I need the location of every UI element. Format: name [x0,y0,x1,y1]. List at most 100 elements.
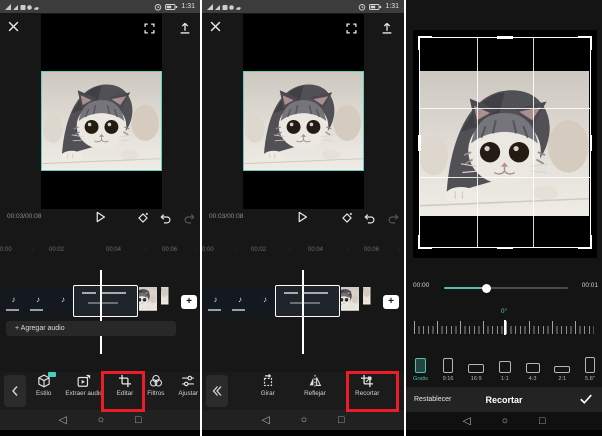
toolbar-item-extraer-audio[interactable]: Extraer audio [65,374,102,397]
ratio-16-9-icon [468,364,484,373]
fullscreen-icon[interactable] [346,23,357,34]
status-left-icons [5,3,41,11]
nav-back-icon[interactable]: ◁ [59,414,67,426]
nav-home-icon[interactable]: ○ [502,415,508,427]
ratio-gratis[interactable]: Gratis [413,358,428,382]
redo-icon[interactable] [387,213,399,224]
highlight-box-recortar [346,371,399,412]
highlight-box-editar [101,371,145,412]
crop-handle-left[interactable] [418,135,421,151]
clip-thumbnail[interactable] [139,287,160,317]
video-frame-cat [41,71,162,171]
keyframe-icon[interactable] [137,212,149,224]
crop-action-bar: Recortar Restablecer [406,387,602,412]
clip-thumbnail[interactable]: ♪ [26,287,50,317]
ratio-free-icon [415,358,426,373]
export-icon[interactable] [179,22,191,34]
nav-home-icon[interactable]: ○ [301,414,307,426]
video-preview-canvas [243,14,364,209]
play-icon[interactable] [297,211,308,223]
redo-icon[interactable] [183,213,195,224]
nav-recents-icon[interactable]: □ [539,415,545,427]
close-icon[interactable] [210,21,221,32]
playback-time: 00:03/00:08 [7,213,41,220]
video-preview-canvas [41,14,162,209]
rotation-dial[interactable] [414,320,594,335]
crop-handle-top-right[interactable] [578,36,592,50]
playhead[interactable] [302,270,304,354]
clip-thumbnail[interactable]: ♪ [204,287,227,317]
crop-handle-top-left[interactable] [418,36,432,50]
ratio-4-3[interactable]: 4:3 [526,363,540,383]
play-icon[interactable] [95,211,106,223]
undo-icon[interactable] [160,213,172,224]
crop-handle-top[interactable] [497,36,513,39]
clip-thumbnail[interactable] [341,287,362,317]
clip-thumbnail[interactable] [161,287,176,317]
gesture-strip [0,430,200,436]
grid-line-v2 [533,38,534,247]
fullscreen-icon[interactable] [144,23,155,34]
mirror-icon [308,374,322,388]
toolbar-item-estilo[interactable]: Estilo [36,374,51,397]
playhead[interactable] [100,270,102,354]
slider-thumb[interactable] [482,284,491,293]
crop-handle-bottom-right[interactable] [578,235,592,249]
undo-icon[interactable] [364,213,376,224]
toolbar-item-girar[interactable]: Girar [261,374,275,397]
confirm-check-icon[interactable] [579,393,593,405]
ratio-2-1[interactable]: 2:1 [554,366,570,383]
ratio-1-1[interactable]: 1:1 [499,361,511,382]
reset-button[interactable]: Restablecer [414,396,451,403]
nav-recents-icon[interactable]: □ [135,414,141,426]
toolbar-collapse-button[interactable] [206,375,228,407]
rotation-value: 0° [406,308,602,315]
clip-thumbnail[interactable]: ♪ [51,287,75,317]
status-left-icons [207,3,243,11]
crop-frame[interactable] [419,37,591,248]
panel-crop-tool: 00:00 00:01 0° Gratis 9:16 16:9 [406,0,602,436]
toolbar-back-button[interactable] [4,375,26,407]
ratio-4-3-icon [526,363,540,374]
export-icon[interactable] [381,22,393,34]
clip-thumbnail[interactable] [363,287,378,317]
android-navbar: ◁ ○ □ [202,410,404,430]
clip-thumbnail[interactable]: ♪ [253,287,277,317]
keyframe-icon[interactable] [341,212,353,224]
nav-back-icon[interactable]: ◁ [262,414,270,426]
selected-clip[interactable] [73,285,138,317]
selected-clip[interactable] [275,285,340,317]
nav-back-icon[interactable]: ◁ [463,415,471,427]
alarm-icon [154,3,162,11]
trim-end-label: 00:01 [582,282,598,289]
panel-editor-clip-menu: 1:31 00:03/00:08 [202,0,404,436]
grid-line-v1 [477,38,478,247]
crop-handle-right[interactable] [590,135,593,151]
trim-slider[interactable] [444,287,568,289]
close-icon[interactable] [8,21,19,32]
ratio-9-16[interactable]: 9:16 [443,358,454,382]
panel-editor-main: 1:31 00:03/00:08 [0,0,200,436]
clip-thumbnail[interactable]: ♪ [2,287,25,317]
nav-recents-icon[interactable]: □ [338,414,344,426]
status-time: 1:31 [385,3,399,10]
add-audio-button[interactable]: + Agregar audio [6,321,176,336]
add-clip-button[interactable]: + [181,295,197,309]
crop-handle-bottom[interactable] [497,247,513,250]
clip-thumbnail[interactable]: ♪ [228,287,252,317]
rotate-icon [261,374,275,388]
status-bar: 1:31 [0,0,200,13]
nav-home-icon[interactable]: ○ [98,414,104,426]
gesture-strip [406,430,602,436]
ratio-9-16-icon [443,358,453,373]
toolbar-item-filtros[interactable]: Filtros [147,374,164,397]
video-frame-cat [243,71,364,171]
toolbar-item-reflejar[interactable]: Reflejar [304,374,326,397]
toolbar-item-ajustar[interactable]: Ajustar [178,374,198,397]
crop-handle-bottom-left[interactable] [418,235,432,249]
ratio-5-8[interactable]: 5.8″ [585,357,595,382]
ratio-16-9[interactable]: 16:9 [468,364,484,382]
battery-icon [165,3,178,11]
status-bar: 1:31 [202,0,404,13]
add-clip-button[interactable]: + [383,295,399,309]
